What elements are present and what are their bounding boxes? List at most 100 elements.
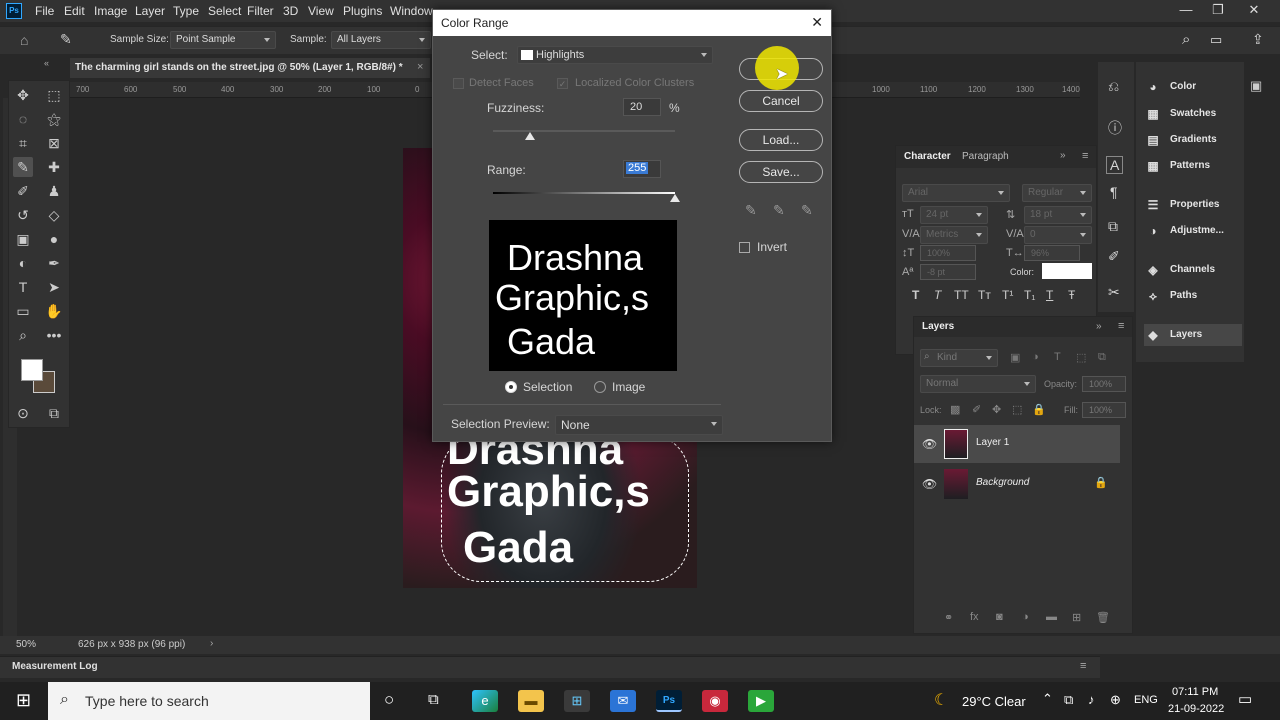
menu-image[interactable]: Image: [94, 4, 127, 18]
taskbar-search-box[interactable]: ⌕ Type here to search: [48, 682, 370, 720]
filter-pixel-icon[interactable]: ▣: [1010, 351, 1020, 364]
tab-layers[interactable]: Layers: [922, 321, 954, 332]
menu-layer[interactable]: Layer: [135, 4, 165, 18]
history-panel-icon[interactable]: ⎌: [1108, 78, 1119, 95]
brush-panel-icon[interactable]: ✐: [1108, 248, 1120, 265]
panel-channels[interactable]: ◈ Channels: [1144, 259, 1242, 281]
panel-menu-icon[interactable]: ≡: [1118, 320, 1124, 332]
layer-filter-select[interactable]: ⌕ Kind: [920, 349, 998, 367]
healing-tool-icon[interactable]: ✚: [44, 157, 64, 177]
kerning-select[interactable]: Metrics: [920, 226, 988, 244]
load-button[interactable]: Load...: [739, 129, 823, 151]
path-select-icon[interactable]: ➤: [44, 277, 64, 297]
save-button[interactable]: Save...: [739, 161, 823, 183]
fill-field[interactable]: 100%: [1082, 402, 1126, 418]
menu-plugins[interactable]: Plugins: [343, 4, 382, 18]
filter-smart-icon[interactable]: ⧉: [1098, 351, 1106, 364]
screen-recorder-icon[interactable]: ◉: [702, 690, 728, 712]
lock-transparent-icon[interactable]: ▩: [950, 403, 960, 416]
eyedropper-icon[interactable]: ✎: [745, 202, 757, 219]
select-dropdown[interactable]: Highlights: [517, 46, 713, 64]
zoom-level[interactable]: 50%: [16, 639, 36, 650]
range-field[interactable]: 255: [623, 160, 661, 178]
collapse-icon[interactable]: «: [44, 58, 49, 68]
expand-icon[interactable]: »: [1060, 150, 1066, 161]
lock-artboard-icon[interactable]: ⬚: [1012, 403, 1022, 416]
globe-icon[interactable]: ⊕: [1110, 692, 1121, 708]
superscript-button[interactable]: T¹: [1002, 288, 1013, 302]
menu-view[interactable]: View: [308, 4, 334, 18]
panel-menu-icon[interactable]: ≡: [1082, 150, 1088, 162]
magic-wand-tool-icon[interactable]: ⚝: [44, 109, 64, 129]
fx-icon[interactable]: fx: [970, 611, 979, 623]
tab-character[interactable]: Character: [904, 151, 951, 162]
panel-properties[interactable]: ☰ Properties: [1144, 194, 1242, 216]
lasso-tool-icon[interactable]: ◌: [13, 109, 33, 129]
range-slider-thumb[interactable]: [670, 194, 680, 202]
eyedropper-icon[interactable]: ✎: [60, 31, 72, 48]
clock-time[interactable]: 07:11 PM: [1172, 686, 1218, 698]
search-icon[interactable]: ⌕: [1182, 31, 1190, 48]
eraser-tool-icon[interactable]: ◇: [44, 205, 64, 225]
visibility-eye-icon[interactable]: 👁: [922, 477, 937, 491]
rectangle-tool-icon[interactable]: ▭: [13, 301, 33, 321]
invert-checkbox[interactable]: [739, 242, 750, 253]
blur-tool-icon[interactable]: ●: [44, 229, 64, 249]
chevron-right-icon[interactable]: ›: [210, 638, 213, 649]
panel-swatches[interactable]: ▦ Swatches: [1144, 103, 1242, 125]
opacity-field[interactable]: 100%: [1082, 376, 1126, 392]
measurement-log-tab[interactable]: Measurement Log: [12, 661, 98, 672]
menu-edit[interactable]: Edit: [64, 4, 85, 18]
expand-icon[interactable]: »: [1096, 321, 1102, 332]
selection-radio[interactable]: [505, 381, 517, 393]
panel-adjustments[interactable]: ◑ Adjustme...: [1144, 220, 1242, 242]
crop-tool-icon[interactable]: ⌗: [13, 133, 33, 153]
dodge-tool-icon[interactable]: ◐: [13, 253, 33, 273]
faux-bold-button[interactable]: T: [912, 288, 919, 302]
layer-row-background[interactable]: 👁 Background 🔒: [914, 465, 1120, 503]
leading-select[interactable]: 18 pt: [1024, 206, 1092, 224]
visibility-eye-icon[interactable]: 👁: [922, 437, 937, 451]
font-family-select[interactable]: Arial: [902, 184, 1010, 202]
workspace-icon[interactable]: ▭: [1210, 32, 1222, 48]
new-group-icon[interactable]: ▬: [1046, 611, 1057, 623]
panel-patterns[interactable]: ▦ Patterns: [1144, 155, 1242, 177]
close-tab-icon[interactable]: ×: [417, 61, 423, 73]
menu-type[interactable]: Type: [173, 4, 199, 18]
baseline-shift-field[interactable]: -8 pt: [920, 264, 976, 280]
tools-panel-icon[interactable]: ✂: [1108, 284, 1120, 301]
styles-panel-icon[interactable]: ⧉: [1108, 218, 1118, 235]
font-size-select[interactable]: 24 pt: [920, 206, 988, 224]
sample-size-select[interactable]: Point Sample: [170, 31, 276, 49]
delete-layer-icon[interactable]: 🗑: [1096, 611, 1110, 624]
language-indicator[interactable]: ENG: [1134, 694, 1158, 706]
fuzziness-slider-thumb[interactable]: [525, 132, 536, 140]
faux-italic-button[interactable]: T: [934, 288, 941, 302]
menu-select[interactable]: Select: [208, 4, 241, 18]
close-icon[interactable]: ✕: [811, 14, 823, 31]
volume-icon[interactable]: ♪: [1088, 692, 1095, 707]
range-slider-track[interactable]: [493, 192, 675, 194]
lock-position-icon[interactable]: ✥: [992, 403, 1001, 416]
minimize-icon[interactable]: —: [1170, 0, 1202, 22]
menu-3d[interactable]: 3D: [283, 4, 298, 18]
network-icon[interactable]: ⧉: [1064, 692, 1073, 708]
new-layer-icon[interactable]: ⊞: [1072, 611, 1081, 624]
chevron-up-icon[interactable]: ⌃: [1042, 691, 1053, 707]
menu-window[interactable]: Window: [390, 4, 433, 18]
fuzziness-slider-track[interactable]: [493, 130, 675, 132]
screen-mode-icon[interactable]: ⧉: [44, 403, 64, 423]
windows-start-icon[interactable]: ⊞: [16, 690, 31, 711]
panel-menu-icon[interactable]: ≡: [1080, 660, 1086, 672]
all-caps-button[interactable]: TT: [954, 288, 969, 302]
paragraph-panel-icon[interactable]: ¶: [1110, 184, 1118, 200]
menu-file[interactable]: File: [35, 4, 54, 18]
add-mask-icon[interactable]: ◙: [996, 611, 1003, 623]
task-view-icon[interactable]: ⧉: [428, 691, 439, 708]
blend-mode-select[interactable]: Normal: [920, 375, 1036, 393]
panel-color[interactable]: ◕ Color: [1144, 76, 1242, 98]
share-icon[interactable]: ⇪: [1252, 31, 1264, 48]
adjustment-layer-icon[interactable]: ◑: [1022, 611, 1029, 623]
lock-all-icon[interactable]: 🔒: [1032, 403, 1046, 416]
panel-layers[interactable]: ◆ Layers: [1144, 324, 1242, 346]
